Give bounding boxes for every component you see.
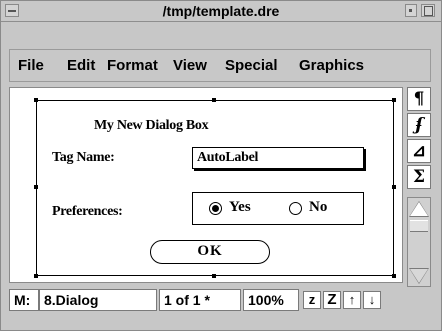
- menu-edit[interactable]: Edit: [67, 58, 95, 74]
- dialog-title: My New Dialog Box: [94, 118, 209, 133]
- status-mode: M:: [9, 289, 39, 311]
- function-icon[interactable]: ʄ: [407, 113, 431, 137]
- resize-handle-bottom[interactable]: [212, 274, 216, 278]
- scroll-thumb[interactable]: [410, 220, 428, 232]
- resize-handle-right[interactable]: [392, 185, 396, 189]
- preferences-group: Yes No: [192, 192, 364, 225]
- window-title: /tmp/template.dre: [162, 3, 280, 19]
- page-down-icon[interactable]: ↓: [363, 291, 381, 309]
- scroll-down-arrow-icon[interactable]: [410, 269, 428, 283]
- radio-yes-label: Yes: [229, 199, 251, 215]
- menu-special[interactable]: Special: [225, 58, 278, 74]
- sigma-icon[interactable]: Σ: [407, 165, 431, 189]
- radio-yes[interactable]: [209, 202, 222, 215]
- scroll-up-arrow-icon[interactable]: [410, 202, 428, 216]
- preferences-label: Preferences:: [52, 204, 123, 219]
- menu-view[interactable]: View: [173, 58, 207, 74]
- pilcrow-icon[interactable]: ¶: [407, 87, 431, 111]
- resize-handle-left[interactable]: [34, 185, 38, 189]
- status-bar: M: 8.Dialog 1 of 1 * 100% z Z ↑ ↓: [9, 289, 431, 311]
- menu-format[interactable]: Format: [107, 58, 158, 74]
- menu-bar: File Edit Format View Special Graphics: [9, 49, 431, 82]
- minimize-icon[interactable]: [405, 4, 417, 17]
- resize-handle-top[interactable]: [212, 98, 216, 102]
- menu-file[interactable]: File: [18, 58, 44, 74]
- title-bar[interactable]: /tmp/template.dre: [1, 1, 441, 22]
- tag-name-label: Tag Name:: [52, 150, 115, 165]
- status-zoom[interactable]: 100%: [243, 289, 299, 311]
- status-dialog[interactable]: 8.Dialog: [39, 289, 157, 311]
- app-window: /tmp/template.dre File Edit Format View …: [0, 0, 442, 331]
- resize-handle-bottom-left[interactable]: [34, 274, 38, 278]
- tag-name-field[interactable]: AutoLabel: [192, 147, 364, 169]
- resize-handle-top-right[interactable]: [392, 98, 396, 102]
- radio-no[interactable]: [289, 202, 302, 215]
- ok-button[interactable]: OK: [150, 240, 270, 264]
- tool-palette: ¶ ʄ ⊿ Σ: [407, 87, 433, 197]
- zoom-in-icon[interactable]: Z: [323, 291, 341, 309]
- resize-handle-bottom-right[interactable]: [392, 274, 396, 278]
- resize-handle-top-left[interactable]: [34, 98, 38, 102]
- zoom-out-icon[interactable]: z: [303, 291, 321, 309]
- menu-graphics[interactable]: Graphics: [299, 58, 364, 74]
- radio-no-label: No: [309, 199, 328, 215]
- maximize-icon[interactable]: [421, 4, 435, 17]
- vertical-scrollbar[interactable]: [407, 197, 431, 287]
- status-page[interactable]: 1 of 1 *: [159, 289, 241, 311]
- triangle-icon[interactable]: ⊿: [407, 139, 431, 163]
- page-up-icon[interactable]: ↑: [343, 291, 361, 309]
- document-canvas[interactable]: My New Dialog Box Tag Name: AutoLabel Pr…: [9, 87, 403, 283]
